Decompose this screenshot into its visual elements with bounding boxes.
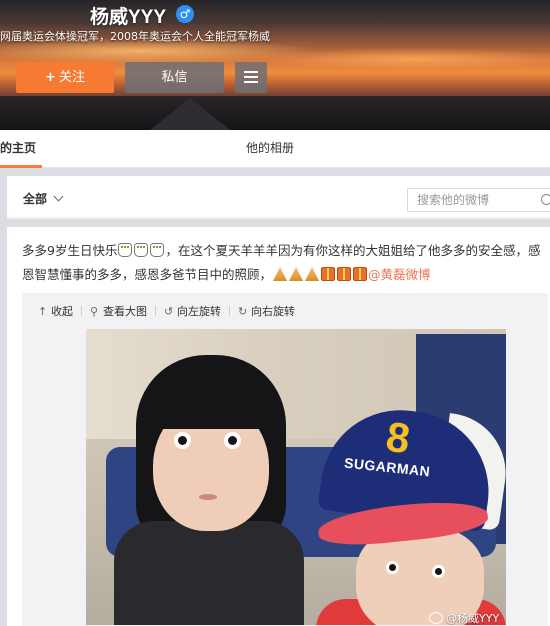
boy-eye <box>386 561 399 574</box>
girl-body <box>114 521 304 625</box>
watermark-text: @杨威YYY <box>446 612 500 625</box>
feed-filter-bar: 全部 <box>7 176 550 219</box>
arrow-up-icon: ↑ <box>38 305 48 318</box>
pray-emoji-icon <box>305 267 320 281</box>
cake-emoji-icon <box>118 243 133 257</box>
rotate-right-icon: ↻ <box>238 305 248 318</box>
photo-watermark: @杨威YYY <box>429 610 499 625</box>
cake-emoji-icon <box>150 243 165 257</box>
more-menu-button[interactable] <box>235 62 267 93</box>
chevron-down-icon[interactable] <box>53 191 64 202</box>
gift-emoji-icon <box>353 267 368 281</box>
girl-eye <box>224 432 241 449</box>
rotate-right-button[interactable]: ↻ 向右旋转 <box>238 303 295 319</box>
rotate-left-button[interactable]: ↺ 向左旋转 <box>164 303 221 319</box>
cover-cloud <box>250 48 550 70</box>
weibo-post-card: 多多9岁生日快乐 ，在这个夏天羊羊羊因为有你这样的大姐姐给了他多多的安全感，感恩智… <box>7 227 550 626</box>
gift-emoji-icon <box>321 267 336 281</box>
collapse-button[interactable]: ↑ 收起 <box>38 303 73 319</box>
male-icon: ♂ <box>176 5 194 23</box>
follow-button-label: 关注 <box>58 70 85 85</box>
media-toolbar: ↑ 收起 ⚲ 查看大图 ↺ 向左旋转 ↻ 向右旋转 <box>38 303 295 323</box>
follow-button[interactable]: + 关注 <box>16 62 114 93</box>
profile-cover: 杨威YYY ♂ 网届奥运会体操冠军，2008年奥运会个人全能冠军杨威 + 关注 私… <box>0 0 550 130</box>
rotate-left-label: 向左旋转 <box>177 305 221 318</box>
search-box <box>407 188 550 212</box>
pray-emoji-icon <box>289 267 304 281</box>
rotate-right-label: 向右旋转 <box>251 305 295 318</box>
mention-link[interactable]: @黄磊微博 <box>368 267 431 282</box>
cover-ground <box>0 96 550 130</box>
collapse-label: 收起 <box>51 305 73 318</box>
boy-eye <box>432 565 445 578</box>
filter-all-dropdown[interactable]: 全部 <box>23 190 47 207</box>
plus-icon: + <box>45 70 56 85</box>
cover-road <box>150 98 230 130</box>
gift-emoji-icon <box>337 267 352 281</box>
profile-name: 杨威YYY <box>90 7 167 28</box>
divider <box>155 306 156 316</box>
rotate-left-icon: ↺ <box>164 305 174 318</box>
search-icon[interactable] <box>541 194 550 205</box>
divider <box>229 306 230 316</box>
divider <box>81 306 82 316</box>
profile-tabbar: 的主页 他的相册 <box>0 130 550 168</box>
post-text: 多多9岁生日快乐 ，在这个夏天羊羊羊因为有你这样的大姐姐给了他多多的安全感，感恩智… <box>22 239 550 287</box>
search-input[interactable] <box>408 189 538 211</box>
cap-logo: 8 <box>383 412 413 463</box>
tab-album[interactable]: 他的相册 <box>246 130 294 168</box>
view-large-button[interactable]: ⚲ 查看大图 <box>90 303 147 319</box>
post-photo[interactable]: 8 SUGARMAN @杨威YYY <box>86 329 506 625</box>
girl-mouth <box>199 494 217 500</box>
girl-eye <box>174 432 191 449</box>
view-large-label: 查看大图 <box>103 305 147 318</box>
tab-home[interactable]: 的主页 <box>0 130 42 168</box>
magnifier-icon: ⚲ <box>90 305 99 318</box>
post-text-part: 多多9岁生日快乐 <box>22 243 118 258</box>
pray-emoji-icon <box>273 267 288 281</box>
weibo-logo-icon <box>429 612 443 624</box>
message-button[interactable]: 私信 <box>125 62 224 93</box>
cake-emoji-icon <box>134 243 149 257</box>
profile-description: 网届奥运会体操冠军，2008年奥运会个人全能冠军杨威 <box>0 30 270 43</box>
